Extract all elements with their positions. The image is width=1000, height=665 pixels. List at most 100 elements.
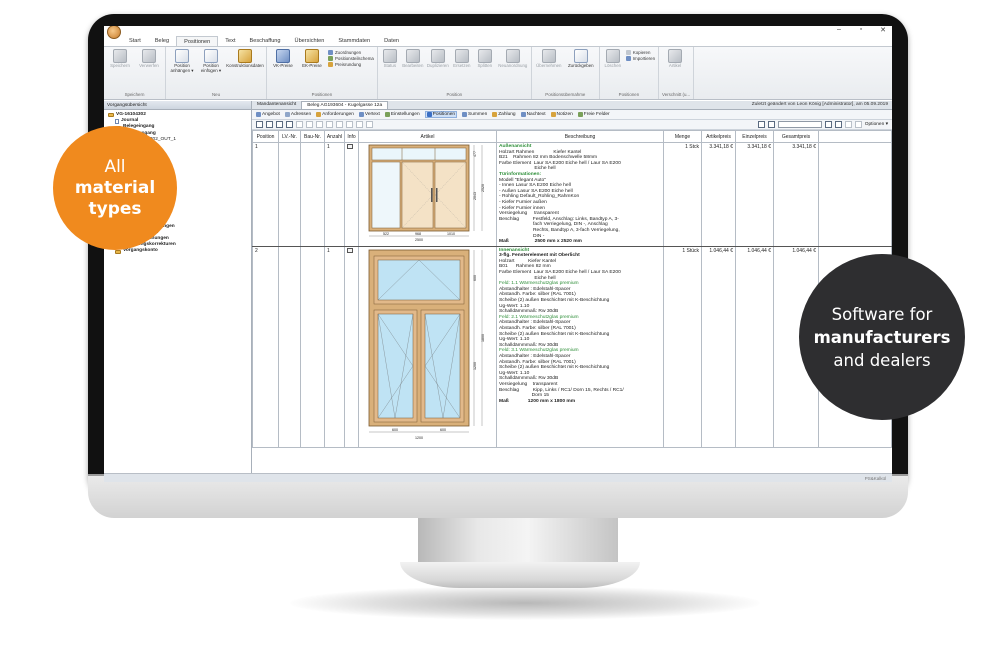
section-tab-6[interactable]: Summen	[462, 112, 487, 117]
maximize-button[interactable]: ▫	[856, 26, 866, 34]
return-button[interactable]: Zurückgeben	[566, 49, 596, 69]
badge-line-3-text: and dealers	[833, 350, 931, 370]
section-tab-5[interactable]: Positionen	[424, 111, 458, 118]
grid-tool-1-icon[interactable]	[256, 121, 263, 128]
column-header[interactable]: Info	[344, 130, 359, 143]
tree-item[interactable]: Vorgangskonto	[108, 248, 251, 254]
info-icon[interactable]	[347, 247, 353, 253]
column-header[interactable]: Bau-Nr.	[300, 130, 325, 143]
column-header[interactable]: Gesamtpreis	[773, 130, 819, 143]
menu-tab-5[interactable]: Übersichten	[288, 36, 332, 46]
edit-button[interactable]: Bearbeiten	[402, 49, 424, 69]
grid-search-input[interactable]	[777, 121, 822, 128]
column-header[interactable]: Artikel	[358, 130, 497, 143]
section-tab-icon	[284, 112, 290, 117]
price-rounding-button[interactable]: Preisrundung	[328, 62, 374, 67]
copy-button[interactable]: Kopieren	[625, 50, 655, 55]
grid-tool-2-icon[interactable]	[266, 121, 273, 128]
column-header[interactable]: Beschreibung	[496, 130, 664, 143]
table-header-row: Position LV.-Nr. Bau-Nr. Anzahl Info Artikel B…	[252, 130, 892, 143]
section-tab-3[interactable]: Vertext	[358, 112, 380, 117]
delete-icon	[605, 49, 620, 63]
import-button[interactable]: Importieren	[625, 56, 655, 61]
grid-tool-10-icon[interactable]	[346, 121, 353, 128]
grid-tool-4-icon[interactable]	[286, 121, 293, 128]
menu-tab-1[interactable]: Beleg	[148, 36, 176, 46]
section-tab-8[interactable]: Nachtext	[520, 112, 546, 117]
table-row[interactable]: 2 1 600 1200 1800 600 600 1200 Innenansi…	[252, 246, 892, 448]
grid-tool-11-icon[interactable]	[356, 121, 363, 128]
insert-position-label: Position einfügen ▾	[200, 63, 222, 73]
section-tab-label: Freie Felder	[583, 112, 610, 117]
dim-h3: 2043	[473, 192, 477, 200]
menu-tab-4[interactable]: Beschaffung	[243, 36, 288, 46]
cell-article-drawing[interactable]: 477 2043 2520 522 968 1010 2500	[358, 142, 497, 247]
info-icon[interactable]	[347, 144, 353, 149]
attach-icon[interactable]	[767, 121, 775, 128]
construction-data-button[interactable]: Konstruktionsdaten	[226, 49, 264, 69]
grid-tool-3-icon[interactable]	[276, 121, 283, 128]
article-button[interactable]: Artikel	[662, 49, 688, 69]
assignments-button[interactable]: Zuordnungen	[328, 50, 374, 55]
reorder-button[interactable]: Neuanordnung	[498, 49, 528, 69]
door-drawing: 477 2043 2520 522 968 1010 2500	[368, 144, 485, 242]
calculator-icon[interactable]	[757, 121, 765, 128]
section-tab-2[interactable]: Anforderungen	[316, 112, 354, 117]
cell-description: Innenansicht 3-flg. Fensterelement mit Ob…	[496, 246, 664, 448]
delete-button[interactable]: Löschen	[603, 49, 623, 69]
column-header[interactable]: LV.-Nr.	[278, 130, 301, 143]
grid-tool-6-icon[interactable]	[306, 121, 313, 128]
import-icon	[625, 56, 631, 61]
cell-empty	[818, 142, 892, 247]
cell-article-drawing[interactable]: 600 1200 1800 600 600 1200	[358, 246, 497, 448]
column-header[interactable]: Artikelpreis	[701, 130, 736, 143]
column-header[interactable]: Position	[252, 130, 279, 143]
discard-icon	[142, 49, 156, 63]
take-over-button[interactable]: Übernehmen	[535, 49, 563, 69]
save-button[interactable]: Speichern	[107, 49, 133, 69]
column-header-filler	[818, 130, 892, 143]
section-tab-10[interactable]: Freie Felder	[577, 112, 610, 117]
replace-button[interactable]: Ersetzen	[452, 49, 472, 69]
status-button[interactable]: Status	[381, 49, 399, 69]
append-position-button[interactable]: Position anhängen ▾	[169, 49, 195, 74]
table-row[interactable]: 1 1 477 2043 2520 522 968 1010 2500 Auße…	[252, 142, 892, 247]
menu-tab-3[interactable]: Text	[218, 36, 242, 46]
grid-tool-9-icon[interactable]	[336, 121, 343, 128]
close-button[interactable]: ✕	[878, 26, 888, 34]
section-tab-1[interactable]: Adressen	[284, 112, 311, 117]
print-icon[interactable]	[834, 121, 842, 128]
arrow-down-icon[interactable]	[854, 121, 862, 128]
menu-tab-2[interactable]: Positionen	[176, 36, 219, 46]
position-schema-button[interactable]: Positionsteilschema	[328, 56, 374, 61]
arrow-up-icon[interactable]	[844, 121, 852, 128]
tab-client-view[interactable]: Mandantenansicht	[252, 101, 301, 109]
column-header[interactable]: Einzelpreis	[735, 130, 774, 143]
tab-document[interactable]: Beleg AG193604 - Kugelgasse 12a	[301, 101, 389, 109]
menu-tab-7[interactable]: Daten	[377, 36, 406, 46]
grid-tool-8-icon[interactable]	[326, 121, 333, 128]
section-tab-0[interactable]: Angebot	[256, 112, 280, 117]
section-tab-7[interactable]: Zahlung	[492, 112, 516, 117]
discard-button[interactable]: Verwerfen	[136, 49, 162, 69]
grid-tool-12-icon[interactable]	[366, 121, 373, 128]
ek-prices-button[interactable]: EK-Preise	[299, 49, 325, 69]
column-header[interactable]: Anzahl	[324, 130, 345, 143]
section-tab-9[interactable]: Notizen	[550, 112, 573, 117]
column-header[interactable]: Menge	[663, 130, 702, 143]
grid-tool-5-icon[interactable]	[296, 121, 303, 128]
insert-position-button[interactable]: Position einfügen ▾	[198, 49, 224, 74]
cell-artikelpreis: 1.046,44 €	[701, 246, 736, 448]
page-icon[interactable]	[824, 121, 832, 128]
minimize-button[interactable]: –	[834, 26, 844, 34]
duplicate-button[interactable]: Duplizieren	[427, 49, 449, 69]
options-menu[interactable]: Optionen ▾	[865, 122, 888, 127]
price-rounding-label: Preisrundung	[335, 62, 362, 67]
split-button[interactable]: Splitten	[475, 49, 495, 69]
section-tab-4[interactable]: Einstellungen	[384, 112, 420, 117]
grid-tool-7-icon[interactable]	[316, 121, 323, 128]
vk-prices-button[interactable]: VK-Preise	[270, 49, 296, 69]
menu-tab-0[interactable]: Start	[122, 36, 148, 46]
menu-tab-6[interactable]: Stammdaten	[331, 36, 377, 46]
badge-line-2: material	[74, 177, 156, 198]
